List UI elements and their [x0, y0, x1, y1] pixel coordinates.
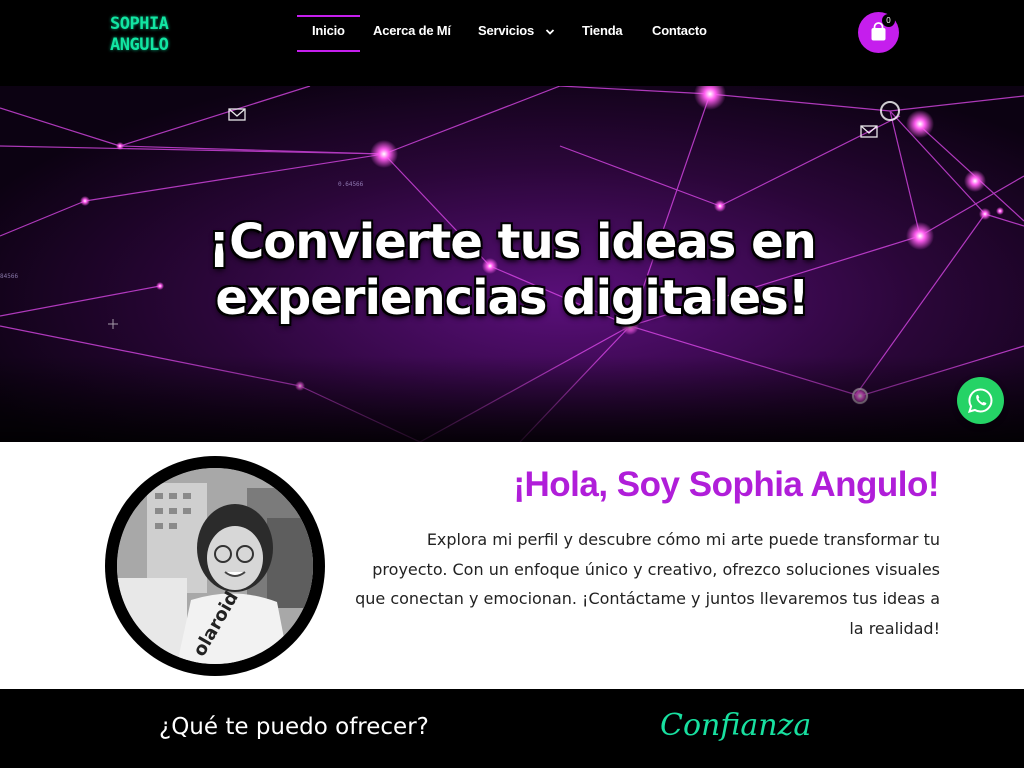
profile-photo-image: olaroid — [117, 468, 313, 664]
profile-photo: olaroid — [105, 456, 325, 676]
svg-text:0.64566: 0.64566 — [338, 181, 364, 188]
cart-count-badge: 0 — [882, 14, 895, 27]
whatsapp-icon — [968, 388, 993, 413]
nav-servicios[interactable]: Servicios — [478, 23, 555, 38]
email-icon — [228, 108, 878, 138]
nav-contacto[interactable]: Contacto — [652, 23, 707, 38]
chevron-down-icon — [546, 28, 555, 35]
nav-tienda[interactable]: Tienda — [582, 23, 623, 38]
trust-heading: Confianza — [660, 708, 812, 743]
site-logo[interactable]: SOPHIA ANGULO — [110, 14, 170, 58]
hero-title-line-2: experiencias digitales! — [215, 270, 809, 326]
hero-banner: 0.64566 84566 ¡Convierte tus ideas en ex… — [0, 86, 1024, 442]
about-section: olaroid ¡Hola, Soy Sophia Angulo! Explor… — [0, 442, 1024, 689]
services-band: ¿Qué te puedo ofrecer? Confianza — [0, 689, 1024, 768]
hero-title-line-1: ¡Convierte tus ideas en — [208, 214, 817, 270]
whatsapp-button[interactable] — [957, 377, 1004, 424]
nav-servicios-label: Servicios — [478, 23, 535, 38]
cart-button[interactable]: 0 — [858, 12, 899, 53]
logo-line-2: ANGULO — [110, 35, 169, 55]
about-title: ¡Hola, Soy Sophia Angulo! — [513, 465, 939, 504]
about-description: Explora mi perfil y descubre cómo mi art… — [355, 530, 940, 638]
nav-acerca[interactable]: Acerca de Mí — [373, 23, 451, 38]
site-header: SOPHIA ANGULO Inicio Acerca de Mí Servic… — [0, 0, 1024, 86]
hero-title: ¡Convierte tus ideas en experiencias dig… — [0, 214, 1024, 326]
nav-inicio[interactable]: Inicio — [297, 15, 360, 52]
logo-line-1: SOPHIA — [110, 14, 169, 34]
services-heading: ¿Qué te puedo ofrecer? — [159, 714, 429, 740]
